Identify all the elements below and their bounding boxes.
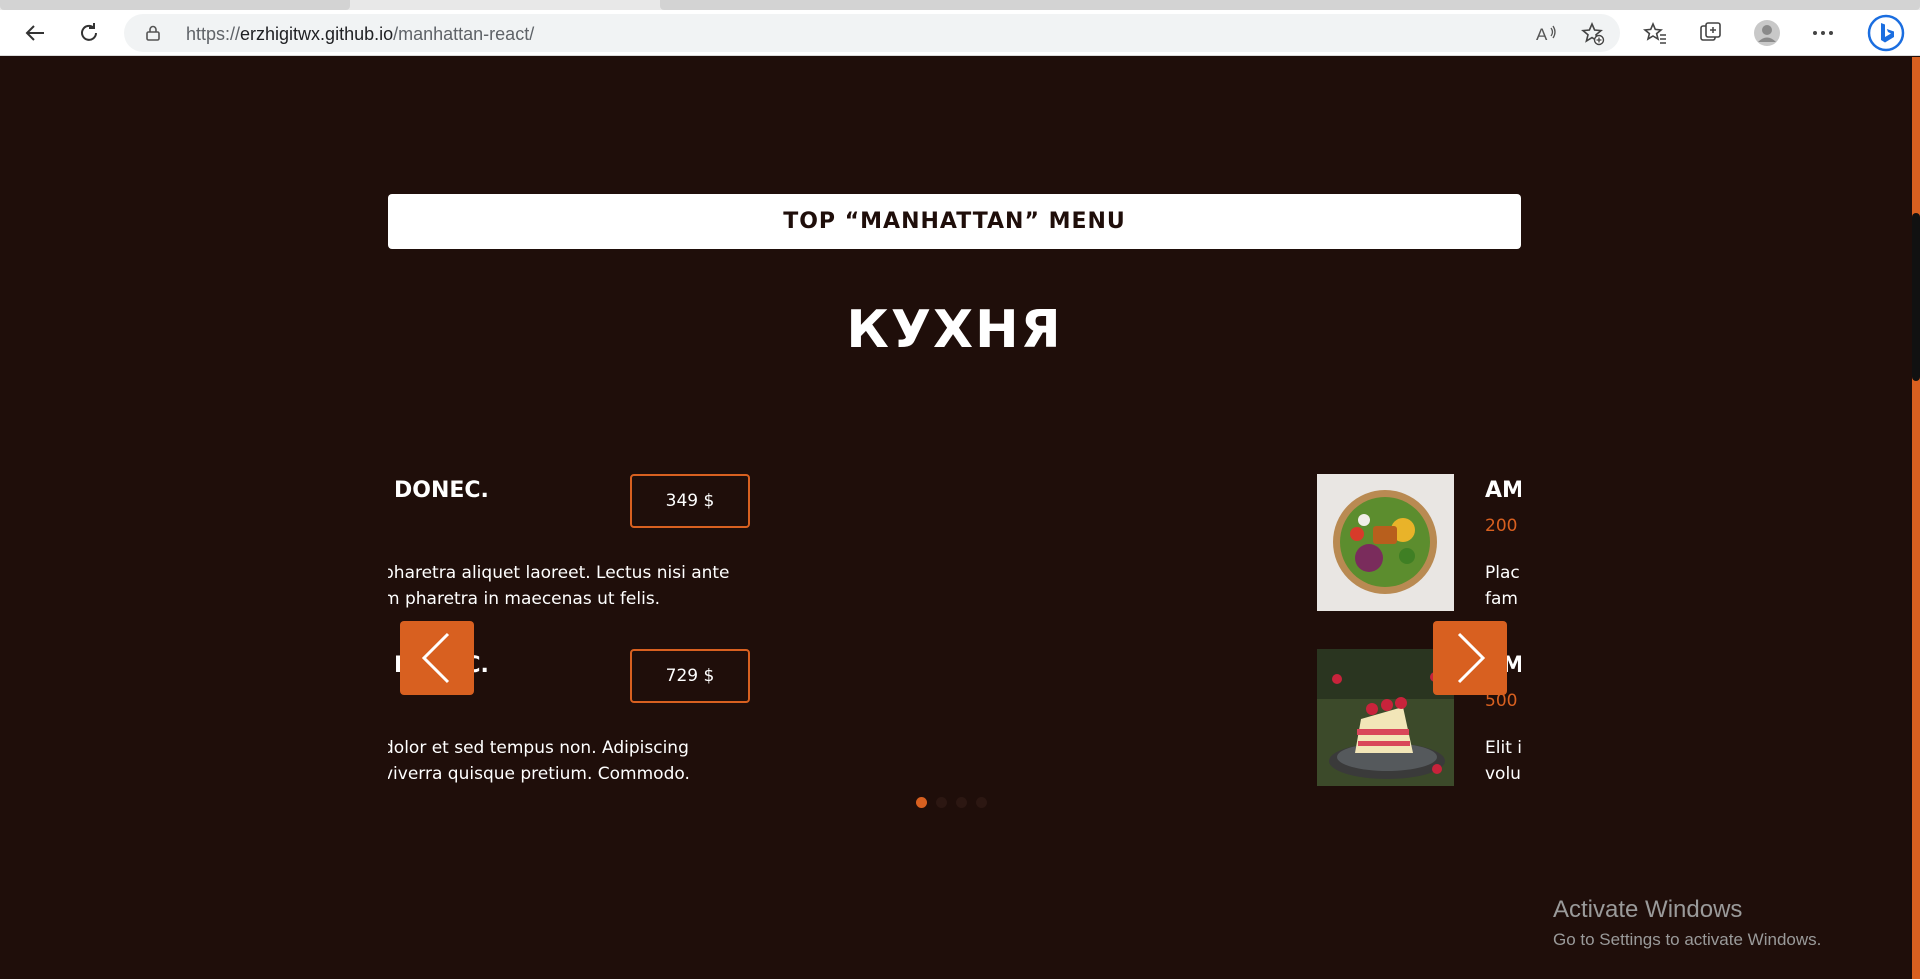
- collections-icon: [1700, 22, 1721, 41]
- item-weight: 200: [1485, 516, 1518, 536]
- slider-next-button[interactable]: [1433, 621, 1507, 695]
- url-host: erzhigitwx.github.io: [240, 24, 394, 44]
- url-text: https://erzhigitwx.github.io/manhattan-r…: [186, 24, 534, 45]
- collections-button[interactable]: [1696, 18, 1726, 48]
- tab[interactable]: [660, 0, 1920, 10]
- refresh-icon: [81, 23, 97, 41]
- browser-toolbar: https://erzhigitwx.github.io/manhattan-r…: [0, 10, 1920, 56]
- read-aloud-icon: A: [1536, 25, 1556, 44]
- scrollbar-track: [1912, 57, 1920, 979]
- menu-title-button[interactable]: TOP “MANHATTAN” MENU: [388, 194, 1521, 249]
- star-add-icon: [1581, 22, 1605, 46]
- watermark-subtitle: Go to Settings to activate Windows.: [1553, 930, 1822, 949]
- profile-button[interactable]: [1752, 18, 1782, 48]
- back-arrow-icon: [25, 25, 44, 41]
- item-title: AM: [1485, 478, 1521, 503]
- url-path: /manhattan-react/: [393, 24, 535, 44]
- price-button[interactable]: 729 $: [630, 649, 750, 703]
- lock-icon: [146, 25, 160, 41]
- pagination-dot[interactable]: [956, 797, 967, 808]
- item-description-line: m pharetra in maecenas ut felis.: [388, 589, 661, 609]
- favorite-add-button[interactable]: [1580, 21, 1606, 47]
- url-scheme: https://: [186, 24, 241, 44]
- page-scrollbar[interactable]: [1908, 57, 1920, 979]
- address-bar[interactable]: https://erzhigitwx.github.io/manhattan-r…: [124, 14, 1620, 52]
- activation-watermark: Activate Windows Go to Settings to activ…: [1553, 896, 1821, 950]
- item-description-line: volu: [1485, 764, 1521, 784]
- section-title: КУХНЯ: [846, 300, 1063, 360]
- bing-logo-icon: [1867, 14, 1905, 52]
- favorites-button[interactable]: [1640, 18, 1670, 48]
- pagination-dot[interactable]: [936, 797, 947, 808]
- pagination-dot[interactable]: [976, 797, 987, 808]
- tab-strip: [0, 0, 1920, 10]
- item-description-line: Plac: [1485, 563, 1520, 583]
- read-aloud-button[interactable]: A: [1534, 21, 1560, 47]
- more-dots-icon: [1813, 31, 1833, 35]
- slider-prev-button[interactable]: [400, 621, 474, 695]
- item-title: DONEC.: [394, 478, 489, 503]
- bing-copilot-button[interactable]: [1866, 13, 1906, 53]
- refresh-button[interactable]: [74, 18, 104, 48]
- settings-more-button[interactable]: [1808, 18, 1838, 48]
- svg-text:A: A: [1536, 25, 1548, 44]
- item-description-line: Elit in: [1485, 738, 1521, 758]
- item-description-line: fam: [1485, 589, 1518, 609]
- scrollbar-thumb[interactable]: [1912, 213, 1920, 381]
- chevron-left-icon: [421, 632, 450, 684]
- favorites-icon: [1643, 21, 1666, 44]
- watermark-title: Activate Windows: [1553, 896, 1743, 923]
- tab[interactable]: [0, 0, 350, 10]
- price-button[interactable]: 349 $: [630, 474, 750, 528]
- item-description-line: dolor et sed tempus non. Adipiscing: [388, 738, 689, 758]
- back-button[interactable]: [20, 18, 50, 48]
- item-description-line: pharetra aliquet laoreet. Lectus nisi an…: [388, 563, 730, 583]
- pagination-dot[interactable]: [916, 797, 927, 808]
- menu-slider: DONEC. 349 $ pharetra aliquet laoreet. L…: [388, 470, 1521, 800]
- item-description-line: viverra quisque pretium. Commodo.: [388, 764, 690, 784]
- chevron-right-icon: [1457, 632, 1486, 684]
- slider-pagination: [916, 797, 987, 808]
- profile-avatar-icon: [1754, 20, 1780, 46]
- salad-bowl-image: [1317, 474, 1454, 611]
